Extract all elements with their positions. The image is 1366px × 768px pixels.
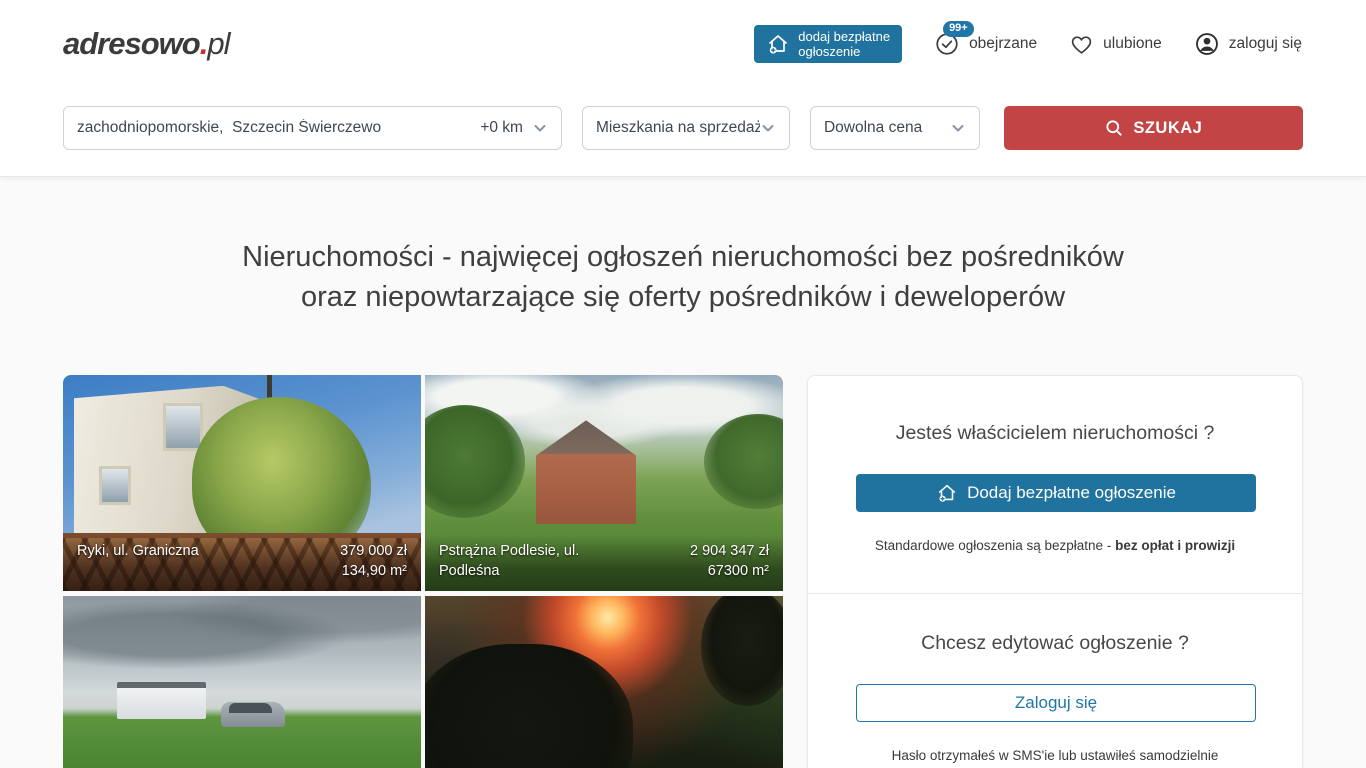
search-submit-label: SZUKAJ xyxy=(1133,119,1202,138)
search-icon xyxy=(1104,118,1124,138)
listing-photo xyxy=(425,596,783,768)
location-value: zachodniopomorskie, Szczecin Świerczewo xyxy=(77,119,472,137)
top-nav: dodaj bezpłatne ogłoszenie 99+ obejrzane xyxy=(754,25,1302,63)
car-window-shape xyxy=(229,703,272,713)
tree-shape xyxy=(704,414,783,509)
chevron-down-icon xyxy=(760,120,776,136)
add-listing-label: dodaj bezpłatne ogłoszenie xyxy=(798,29,890,59)
listing-location-2: Podleśna xyxy=(439,561,579,581)
location-input[interactable]: zachodniopomorskie, Szczecin Świerczewo … xyxy=(63,106,562,150)
radius-select[interactable]: +0 km xyxy=(480,119,523,137)
top-bar: adresowo.pl dodaj bezpłatne ogłoszenie xyxy=(0,0,1366,88)
sidebar-add-listing-label: Dodaj bezpłatne ogłoszenie xyxy=(967,483,1176,503)
nav-favorites-label: ulubione xyxy=(1103,35,1162,53)
viewed-count-badge: 99+ xyxy=(943,21,974,37)
listing-location: Ryki, ul. Graniczna xyxy=(77,541,199,561)
edit-section-title: Chcesz edytować ogłoszenie ? xyxy=(856,632,1254,655)
logo-tld: pl xyxy=(207,26,229,61)
heart-icon xyxy=(1069,32,1094,57)
listings-grid: Ryki, ul. Graniczna 379 000 zł 134,90 m² xyxy=(63,375,783,768)
logo-brand: adresowo xyxy=(63,26,200,61)
window-shape xyxy=(163,403,202,451)
user-circle-icon xyxy=(1194,31,1220,57)
listing-card[interactable]: Kliniska Wielkie, Radosna 369 000 zł xyxy=(63,596,421,768)
nav-viewed[interactable]: 99+ obejrzane xyxy=(934,31,1037,57)
edit-section: Chcesz edytować ogłoszenie ? Zaloguj się… xyxy=(808,594,1302,768)
listing-area: 134,90 m² xyxy=(340,561,407,581)
listing-price: 2 904 347 zł xyxy=(690,541,769,561)
chevron-down-icon xyxy=(532,120,548,136)
edit-section-note: Hasło otrzymałeś w SMS'ie lub ustawiłeś … xyxy=(856,748,1254,763)
listing-card[interactable]: Warszawa Białołęka, ul. 725 000 zł xyxy=(425,596,783,768)
add-listing-button[interactable]: dodaj bezpłatne ogłoszenie xyxy=(754,25,902,63)
header: adresowo.pl dodaj bezpłatne ogłoszenie xyxy=(0,0,1366,177)
main-content: Nieruchomości - najwięcej ogłoszeń nieru… xyxy=(0,237,1366,768)
sidebar-add-listing-button[interactable]: Dodaj bezpłatne ogłoszenie xyxy=(856,474,1256,512)
property-type-select[interactable]: Mieszkania na sprzedaż xyxy=(582,106,790,150)
listing-photo xyxy=(63,596,421,768)
property-type-value: Mieszkania na sprzedaż xyxy=(596,119,760,137)
tree-silhouette-shape xyxy=(425,644,633,768)
sidebar-login-label: Zaloguj się xyxy=(1015,693,1097,713)
listing-price: 379 000 zł xyxy=(340,541,407,561)
house-plus-icon xyxy=(936,482,958,504)
listing-card[interactable]: Ryki, ul. Graniczna 379 000 zł 134,90 m² xyxy=(63,375,421,591)
listing-card[interactable]: Pstrążna Podlesie, ul. Podleśna 2 904 34… xyxy=(425,375,783,591)
chevron-down-icon xyxy=(950,120,966,136)
price-value: Dowolna cena xyxy=(824,119,950,137)
owner-section-note: Standardowe ogłoszenia są bezpłatne - be… xyxy=(856,538,1254,553)
nav-login[interactable]: zaloguj się xyxy=(1194,31,1302,57)
sidebar: Jesteś właścicielem nieruchomości ? Doda… xyxy=(807,375,1303,768)
nav-favorites[interactable]: ulubione xyxy=(1069,32,1162,57)
listing-area: 67300 m² xyxy=(690,561,769,581)
shed-shape xyxy=(117,682,207,719)
search-submit-button[interactable]: SZUKAJ xyxy=(1004,106,1303,150)
page-title: Nieruchomości - najwięcej ogłoszeń nieru… xyxy=(133,237,1233,317)
tree-shape xyxy=(425,405,525,517)
sidebar-login-button[interactable]: Zaloguj się xyxy=(856,684,1256,722)
window-shape xyxy=(99,466,131,505)
owner-section-title: Jesteś właścicielem nieruchomości ? xyxy=(856,422,1254,445)
house-shape xyxy=(536,420,636,524)
content-row: Ryki, ul. Graniczna 379 000 zł 134,90 m² xyxy=(0,317,1366,768)
owner-section: Jesteś właścicielem nieruchomości ? Doda… xyxy=(808,376,1302,593)
site-logo[interactable]: adresowo.pl xyxy=(63,26,229,62)
price-select[interactable]: Dowolna cena xyxy=(810,106,980,150)
search-bar: zachodniopomorskie, Szczecin Świerczewo … xyxy=(0,88,1366,176)
listing-label: Ryki, ul. Graniczna 379 000 zł 134,90 m² xyxy=(63,535,421,591)
listing-label: Pstrążna Podlesie, ul. Podleśna 2 904 34… xyxy=(425,535,783,591)
house-plus-icon xyxy=(766,32,790,56)
tree-silhouette-shape xyxy=(701,596,783,706)
listing-location: Pstrążna Podlesie, ul. xyxy=(439,541,579,561)
nav-login-label: zaloguj się xyxy=(1229,35,1302,53)
nav-viewed-label: obejrzane xyxy=(969,35,1037,53)
